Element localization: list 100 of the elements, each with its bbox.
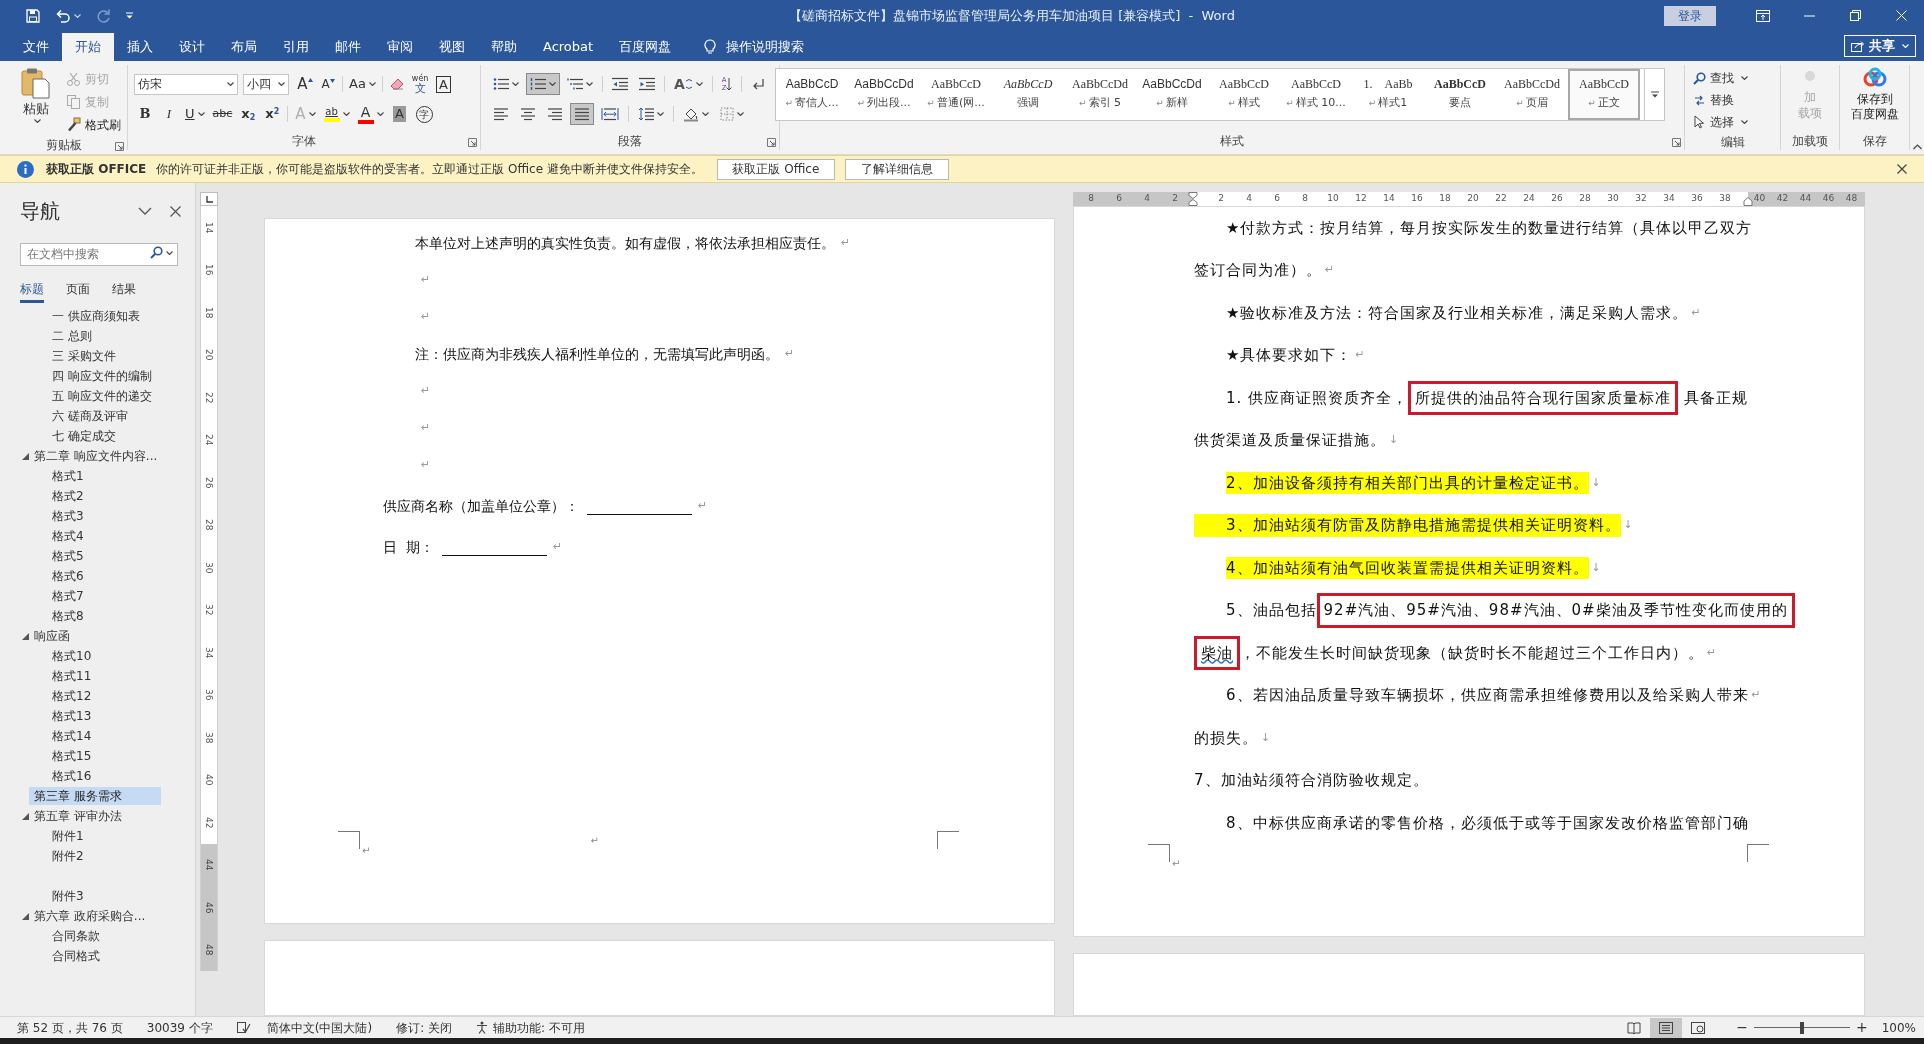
font-name-dropdown[interactable]: 仿宋 xyxy=(134,73,238,95)
style-tile[interactable]: AaBbCcDd ↵ 新样 xyxy=(1136,69,1208,120)
login-button[interactable]: 登录 xyxy=(1664,5,1716,26)
nav-heading[interactable]: 附件3 xyxy=(47,887,179,905)
shrink-font-button[interactable]: A xyxy=(317,73,339,95)
justify-button[interactable] xyxy=(570,103,594,125)
nav-heading[interactable]: 三 采购文件 xyxy=(47,347,179,365)
style-tile[interactable]: AaBbCcD ↵ 样式 xyxy=(1208,69,1280,120)
dialog-launcher-button[interactable] xyxy=(468,138,478,148)
save-to-cloud-button[interactable]: 保存到 百度网盘 xyxy=(1840,65,1909,132)
nav-heading[interactable]: 附件1 xyxy=(47,827,179,845)
dialog-launcher-button[interactable] xyxy=(767,138,777,148)
style-tile[interactable]: AaBbCcD ↵ 普通(网... xyxy=(920,69,992,120)
pane-options-button[interactable] xyxy=(138,207,152,215)
accessibility-button[interactable]: 辅助功能: 不可用 xyxy=(476,1018,585,1037)
italic-button[interactable]: I xyxy=(158,103,180,125)
zoom-slider[interactable] xyxy=(1753,1021,1850,1034)
character-shading-button[interactable]: A xyxy=(388,103,411,125)
pane-tab[interactable]: 标题 xyxy=(20,278,44,303)
ribbon-tab[interactable]: 布局 xyxy=(218,33,270,61)
nav-heading[interactable]: 格式1 xyxy=(47,467,179,485)
nav-heading[interactable]: 附件2 xyxy=(47,847,179,865)
style-tile[interactable]: AaBbCcDd ↵ 页眉 xyxy=(1496,69,1568,120)
ribbon-tab[interactable]: 邮件 xyxy=(322,33,374,61)
font-color-button[interactable]: A xyxy=(354,103,387,125)
style-tile[interactable]: AaBbCcD ↵ 正文 xyxy=(1568,69,1640,120)
style-tile[interactable]: AaBbCcD 要点 xyxy=(1424,69,1496,120)
nav-heading[interactable]: 六 磋商及评审 xyxy=(47,407,179,425)
nav-heading[interactable]: 格式8 xyxy=(47,607,179,625)
style-tile[interactable]: AaBbCcD ↵ 样式 10... xyxy=(1280,69,1352,120)
strikethrough-button[interactable]: abc xyxy=(209,103,236,125)
nav-heading[interactable]: 格式2 xyxy=(47,487,179,505)
ribbon-tab[interactable]: 开始 xyxy=(62,33,114,61)
ribbon-tab[interactable]: 审阅 xyxy=(374,33,426,61)
print-layout-button[interactable] xyxy=(1650,1017,1683,1038)
nav-heading[interactable]: 格式4 xyxy=(47,527,179,545)
nav-heading[interactable]: 七 确定成交 xyxy=(47,427,179,445)
paste-button[interactable]: 粘贴 xyxy=(14,65,58,136)
nav-heading[interactable]: 五 响应文件的递交 xyxy=(47,387,179,405)
close-button[interactable] xyxy=(170,205,181,217)
nav-heading[interactable]: 二 总则 xyxy=(47,327,179,345)
nav-heading[interactable]: 格式16 xyxy=(47,767,179,785)
nav-heading[interactable]: 格式14 xyxy=(47,727,179,745)
nav-heading[interactable]: 格式11 xyxy=(47,667,179,685)
dialog-launcher-button[interactable] xyxy=(115,142,125,152)
find-button[interactable]: 查找 xyxy=(1693,67,1748,89)
collapse-ribbon-button[interactable] xyxy=(1910,144,1924,150)
style-tile[interactable]: AaBbCcDd ↵ 列出段... xyxy=(848,69,920,120)
nav-heading[interactable]: 格式12 xyxy=(47,687,179,705)
slider-thumb[interactable] xyxy=(1799,1021,1804,1034)
nav-heading[interactable]: 合同条款 xyxy=(47,927,179,945)
nav-heading[interactable]: 第六章 政府采购合... xyxy=(29,907,161,925)
ribbon-tab[interactable]: 插入 xyxy=(114,33,166,61)
phonetic-guide-button[interactable]: wén 文 xyxy=(408,73,432,95)
ribbon-tab[interactable]: 文件 xyxy=(10,33,62,61)
superscript-button[interactable]: x$^{2}$ xyxy=(261,103,284,125)
format-painter-button[interactable]: 格式刷 xyxy=(66,113,121,136)
zoom-in-button[interactable]: + xyxy=(1855,1017,1868,1038)
underline-button[interactable]: U xyxy=(182,103,208,125)
style-tile[interactable]: AaBbCcDd ↵ 索引 5 xyxy=(1064,69,1136,120)
subscript-button[interactable]: x$_{2}$ xyxy=(237,103,260,125)
pane-tab[interactable]: 结果 xyxy=(112,278,136,303)
proofing-button[interactable] xyxy=(236,1021,251,1034)
nav-heading[interactable]: 第二章 响应文件内容... xyxy=(29,447,161,465)
dialog-launcher-button[interactable] xyxy=(1672,138,1682,148)
replace-button[interactable]: 替换 xyxy=(1693,89,1748,111)
change-case-button[interactable]: Aa xyxy=(346,73,379,95)
font-size-dropdown[interactable]: 小四 xyxy=(243,73,289,95)
notice-button[interactable]: 获取正版 Office xyxy=(716,158,835,180)
nav-heading[interactable]: 一 供应商须知表 xyxy=(47,307,179,325)
style-tile[interactable]: 1. AaBb ↵ 样式1 xyxy=(1352,69,1424,120)
ribbon-tab[interactable]: 帮助 xyxy=(478,33,530,61)
notice-button[interactable]: 了解详细信息 xyxy=(844,158,949,180)
search-field[interactable]: 在文档中搜索 xyxy=(20,242,178,266)
tell-me-search[interactable]: 操作说明搜索 xyxy=(704,33,805,61)
nav-heading[interactable]: 合同格式 xyxy=(47,947,179,965)
bold-button[interactable]: B xyxy=(134,103,156,125)
ribbon-tab[interactable]: 设计 xyxy=(166,33,218,61)
numbering-button[interactable] xyxy=(526,73,560,95)
ribbon-tab[interactable]: Acrobat xyxy=(530,33,607,61)
nav-heading[interactable]: 第五章 评审办法 xyxy=(29,807,161,825)
ribbon-tab[interactable]: 百度网盘 xyxy=(606,33,685,61)
zoom-out-button[interactable]: − xyxy=(1736,1017,1748,1038)
nav-heading[interactable]: 格式13 xyxy=(47,707,179,725)
nav-heading[interactable]: 响应函 xyxy=(29,627,161,645)
nav-heading[interactable]: 第三章 服务需求 xyxy=(29,787,161,805)
close-button[interactable] xyxy=(1897,164,1907,174)
tab-selector-button[interactable] xyxy=(200,192,218,206)
ribbon-tab[interactable]: 视图 xyxy=(426,33,478,61)
style-tile[interactable]: AaBbCcD 强调 xyxy=(992,69,1064,120)
nav-heading[interactable]: 格式5 xyxy=(47,547,179,565)
grow-font-button[interactable]: A xyxy=(294,73,316,95)
nav-heading[interactable]: 格式10 xyxy=(47,647,179,665)
nav-heading[interactable]: 格式3 xyxy=(47,507,179,525)
asian-layout-button[interactable]: A xyxy=(670,73,707,95)
select-button[interactable]: 选择 xyxy=(1693,111,1748,133)
nav-heading[interactable]: 格式7 xyxy=(47,587,179,605)
pane-tab[interactable]: 页面 xyxy=(66,278,90,303)
nav-heading[interactable]: 格式6 xyxy=(47,567,179,585)
ribbon-tab[interactable]: 引用 xyxy=(270,33,322,61)
